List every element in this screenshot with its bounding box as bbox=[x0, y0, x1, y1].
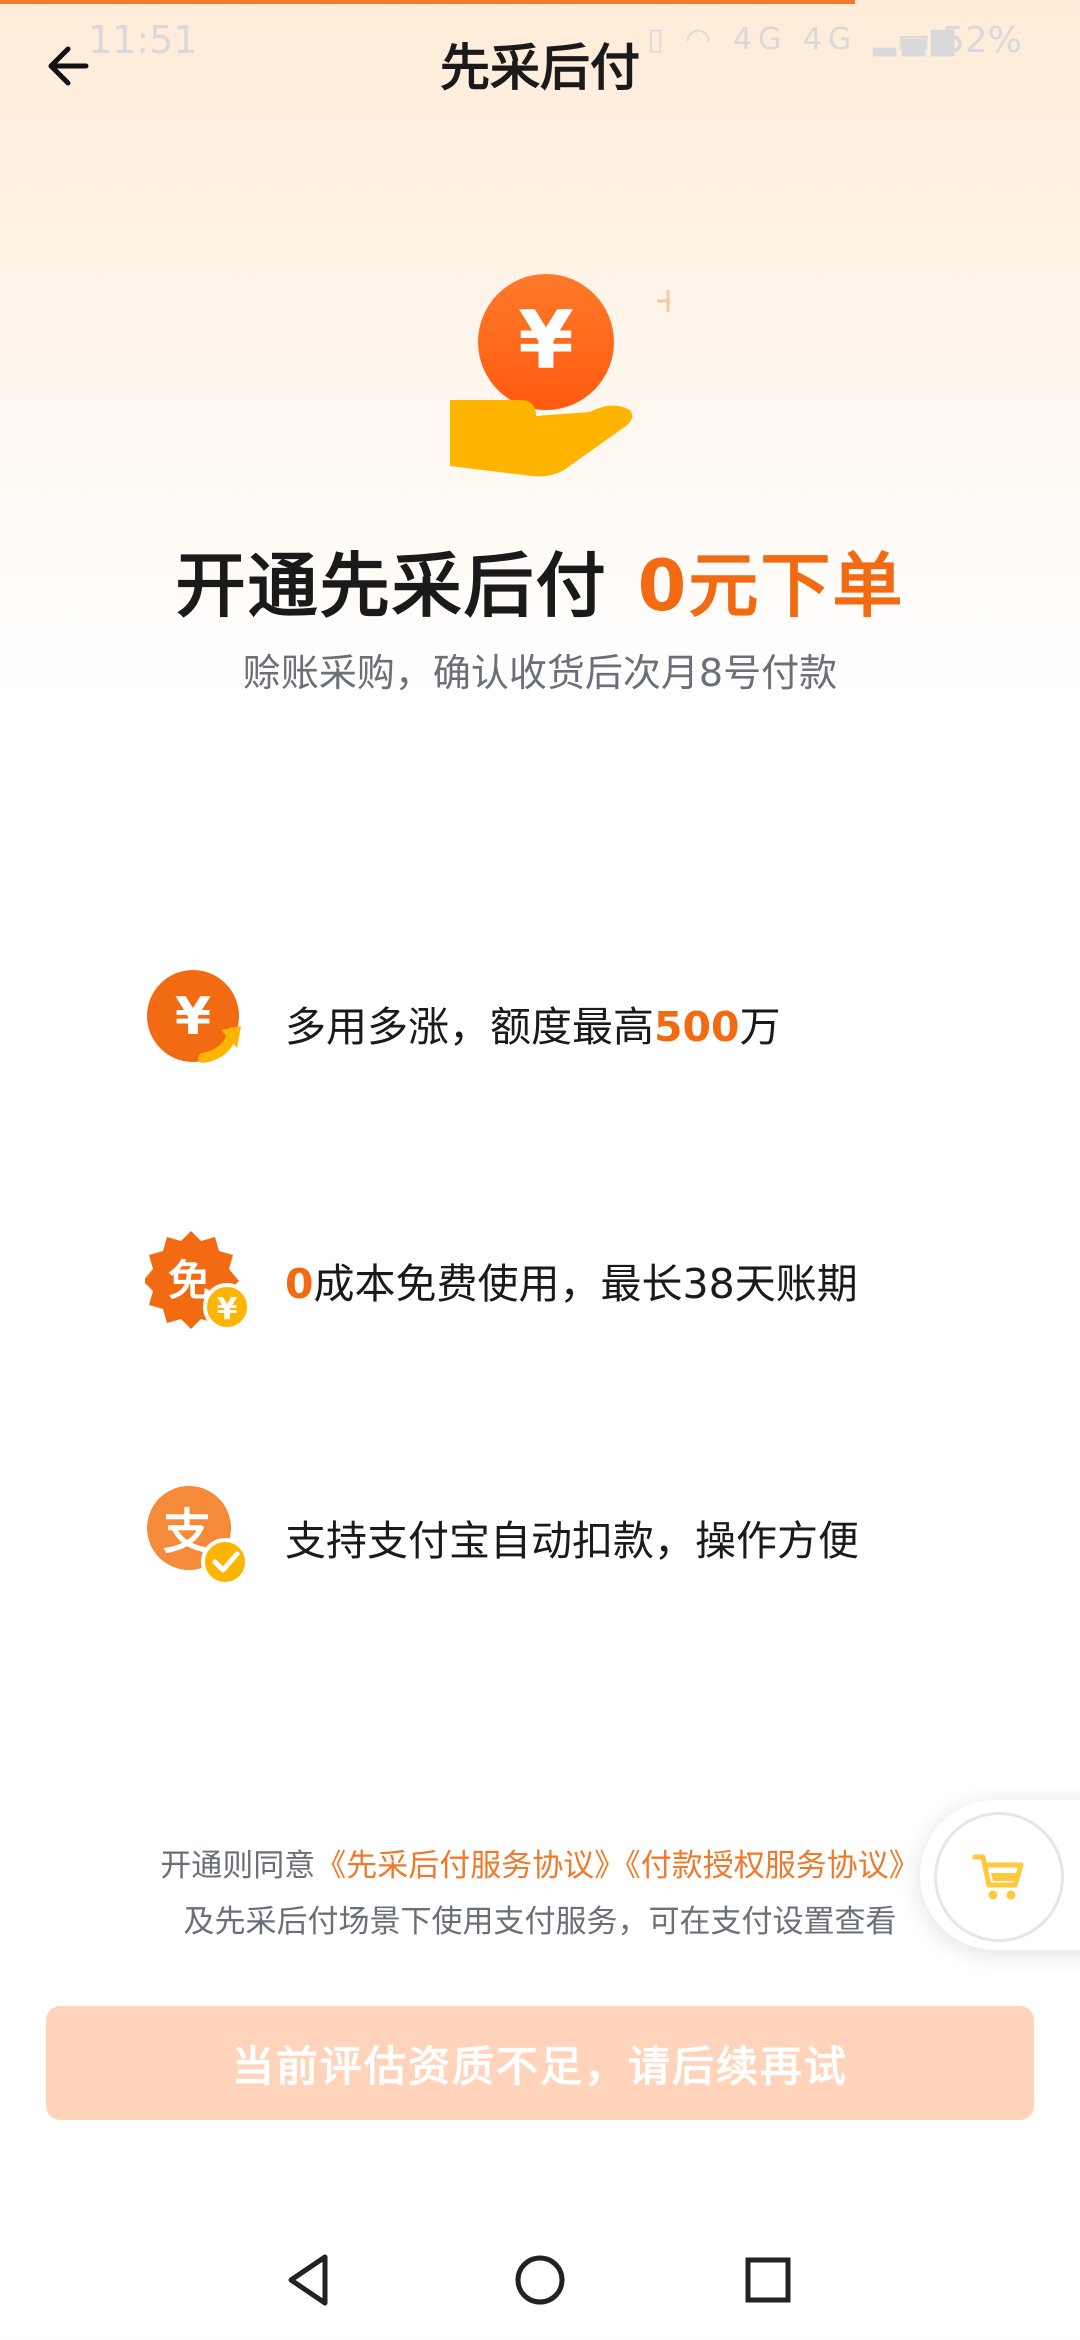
agreement-text: 开通则同意《先采后付服务协议》《付款授权服务协议》 及先采后付场景下使用支付服务… bbox=[0, 1838, 1080, 1950]
agreement-line-2: 及先采后付场景下使用支付服务，可在支付设置查看 bbox=[183, 1904, 897, 1940]
feature-text-highlight: 500 bbox=[654, 1003, 740, 1051]
service-agreement-link[interactable]: 《先采后付服务协议》 bbox=[315, 1848, 625, 1884]
feature-text: 0成本免费使用，最长38天账期 bbox=[285, 1250, 858, 1310]
system-navigation-bar bbox=[0, 2220, 1080, 2340]
svg-text:¥: ¥ bbox=[217, 1292, 238, 1327]
nav-recents-button[interactable] bbox=[738, 2250, 798, 2310]
square-recents-icon bbox=[745, 2257, 791, 2303]
floating-cart-button[interactable] bbox=[920, 1800, 1080, 1950]
feature-text-main: 多用多涨，额度最高 bbox=[285, 1003, 654, 1051]
free-badge-icon: 免 ¥ bbox=[145, 1231, 251, 1331]
nav-home-button[interactable] bbox=[510, 2250, 570, 2310]
svg-text:免: 免 bbox=[168, 1256, 210, 1305]
triangle-back-icon bbox=[288, 2254, 328, 2306]
payment-authorization-link[interactable]: 《付款授权服务协议》 bbox=[625, 1848, 920, 1884]
alipay-check-icon: 支 bbox=[147, 1486, 249, 1586]
feature-text-suffix: 万 bbox=[739, 1003, 781, 1051]
feature-text: 多用多涨，额度最高500万 bbox=[285, 993, 781, 1053]
svg-text:¥: ¥ bbox=[518, 294, 574, 387]
cart-circle bbox=[934, 1812, 1064, 1942]
feature-item-free-cost: 免 ¥ 0成本免费使用，最长38天账期 bbox=[145, 1225, 1005, 1335]
page-title: 先采后付 bbox=[440, 39, 640, 97]
agreement-prefix: 开通则同意 bbox=[160, 1848, 316, 1884]
page-load-progress bbox=[0, 0, 855, 4]
svg-text:¥: ¥ bbox=[175, 987, 211, 1047]
hero-title-prefix: 开通先采后付 bbox=[175, 545, 608, 627]
nav-back-button[interactable] bbox=[278, 2250, 338, 2310]
feature-text-highlight: 0 bbox=[285, 1260, 314, 1308]
circle-home-icon bbox=[515, 2255, 565, 2305]
cart-icon bbox=[972, 1854, 1024, 1900]
activate-button-disabled[interactable]: 当前评估资质不足，请后续再试 bbox=[46, 2006, 1034, 2120]
agreement-line-1: 开通则同意《先采后付服务协议》《付款授权服务协议》 bbox=[0, 1838, 1080, 1894]
hero-title-accent: 0元下单 bbox=[637, 545, 905, 627]
feature-item-alipay: 支 支持支付宝自动扣款，操作方便 bbox=[145, 1482, 1005, 1592]
hero-title: 开通先采后付 0元下单 bbox=[0, 530, 1080, 631]
hand-coin-icon: ¥ bbox=[450, 274, 670, 477]
hero-subtitle: 赊账采购，确认收货后次月8号付款 bbox=[242, 651, 838, 695]
feature-text-main: 成本免费使用，最长38天账期 bbox=[313, 1260, 858, 1308]
feature-item-credit-limit: ¥ 多用多涨，额度最高500万 bbox=[145, 968, 1005, 1078]
feature-text: 支持支付宝自动扣款，操作方便 bbox=[285, 1517, 859, 1565]
yuan-up-icon: ¥ bbox=[147, 970, 241, 1063]
